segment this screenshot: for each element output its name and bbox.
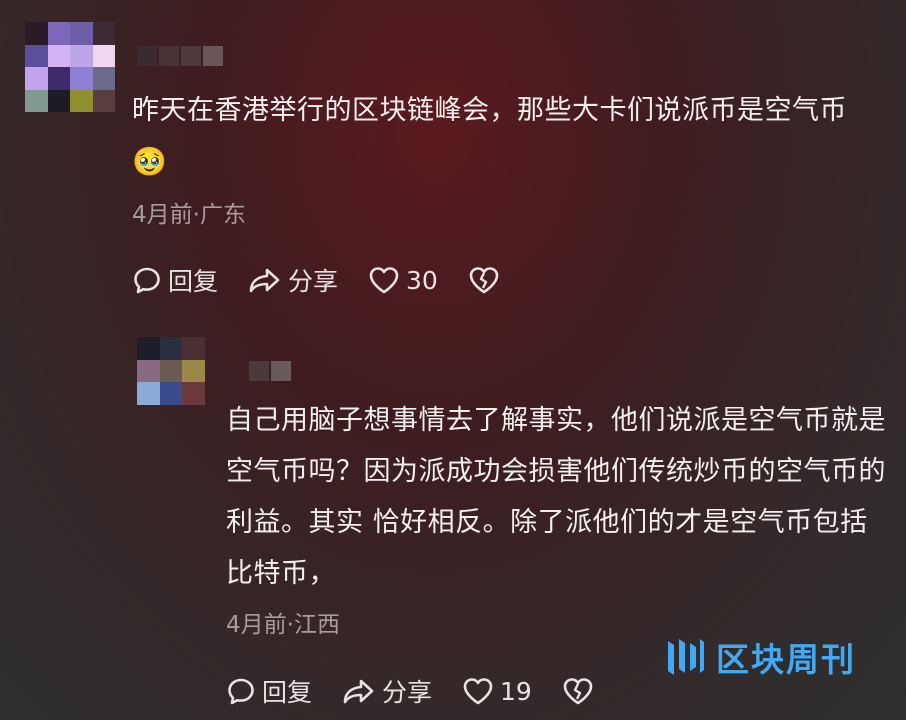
reply-meta: 4月前·江西 <box>226 612 340 638</box>
share-label: 分享 <box>382 678 433 707</box>
avatar-pixel <box>25 22 48 45</box>
reply-label: 回复 <box>168 267 219 296</box>
avatar-pixel <box>47 44 70 67</box>
avatar-pixel <box>137 337 160 360</box>
avatar-pixel <box>25 67 48 90</box>
share-label: 分享 <box>288 267 339 296</box>
avatar-pixel <box>92 67 115 90</box>
avatar-pixel <box>137 382 160 405</box>
comment-text: 昨天在香港举行的区块链峰会，那些大卡们说派币是空气币 🥹 <box>132 85 882 188</box>
like-count: 30 <box>406 265 438 295</box>
broken-heart-icon <box>469 267 499 294</box>
share-button[interactable]: 分享 <box>342 673 432 709</box>
avatar-pixel <box>25 89 48 112</box>
avatar-pixel <box>70 22 93 45</box>
avatar-pixel <box>159 359 183 383</box>
avatar[interactable] <box>25 22 115 112</box>
avatar-pixel <box>47 89 70 112</box>
dislike-button[interactable] <box>562 676 594 706</box>
avatar-pixel <box>137 359 160 383</box>
like-button[interactable]: 30 <box>368 265 438 295</box>
share-arrow-icon <box>343 679 374 704</box>
comment-actions: 回复 分享 30 <box>132 262 530 298</box>
avatar-pixel <box>70 67 93 90</box>
comment-body: 昨天在香港举行的区块链峰会，那些大卡们说派币是空气币 <box>132 95 847 126</box>
avatar-pixel <box>182 382 205 405</box>
share-arrow-icon <box>249 268 280 293</box>
avatar-pixel <box>92 89 115 112</box>
reply-avatar[interactable] <box>137 337 205 405</box>
avatar-pixel <box>159 382 183 405</box>
username-redacted[interactable] <box>137 46 223 66</box>
broken-heart-icon <box>563 678 593 705</box>
reply-text: 自己用脑子想事情去了解事实，他们说派是空气币就是空气币吗？因为派成功会损害他们传… <box>226 395 891 599</box>
avatar-pixel <box>25 44 48 67</box>
avatar-pixel <box>92 22 115 45</box>
avatar-pixel <box>182 337 205 360</box>
username-pixel <box>159 46 179 66</box>
avatar-pixel <box>92 44 115 67</box>
watermark-logo: 区块周刊 <box>664 633 856 681</box>
share-button[interactable]: 分享 <box>248 262 338 298</box>
username-pixel <box>137 46 157 66</box>
reply-button[interactable]: 回复 <box>132 262 218 298</box>
reply-username-redacted[interactable] <box>249 361 291 381</box>
heart-icon <box>369 267 399 294</box>
avatar-pixel <box>47 67 70 90</box>
comment-bubble-icon <box>134 267 160 294</box>
pleading-face-emoji: 🥹 <box>132 145 168 178</box>
username-pixel <box>271 361 291 381</box>
username-pixel <box>249 361 269 381</box>
heart-icon <box>463 678 493 705</box>
comment-meta: 4月前·广东 <box>132 202 246 228</box>
avatar-pixel <box>70 44 93 67</box>
logo-bars-icon <box>668 639 704 675</box>
avatar-pixel <box>182 359 205 383</box>
comment-bubble-icon <box>228 678 254 705</box>
like-count: 19 <box>500 676 532 706</box>
reply-actions: 回复 分享 19 <box>226 673 624 709</box>
like-button[interactable]: 19 <box>462 676 532 706</box>
username-pixel <box>203 46 223 66</box>
dislike-button[interactable] <box>468 265 500 295</box>
reply-body: 自己用脑子想事情去了解事实，他们说派是空气币就是空气币吗？因为派成功会损害他们传… <box>226 405 886 589</box>
reply-label: 回复 <box>262 678 313 707</box>
username-pixel <box>181 46 201 66</box>
watermark-text: 区块周刊 <box>716 640 856 679</box>
avatar-pixel <box>159 337 183 360</box>
reply-button[interactable]: 回复 <box>226 673 312 709</box>
avatar-pixel <box>47 22 70 45</box>
avatar-pixel <box>70 89 93 112</box>
